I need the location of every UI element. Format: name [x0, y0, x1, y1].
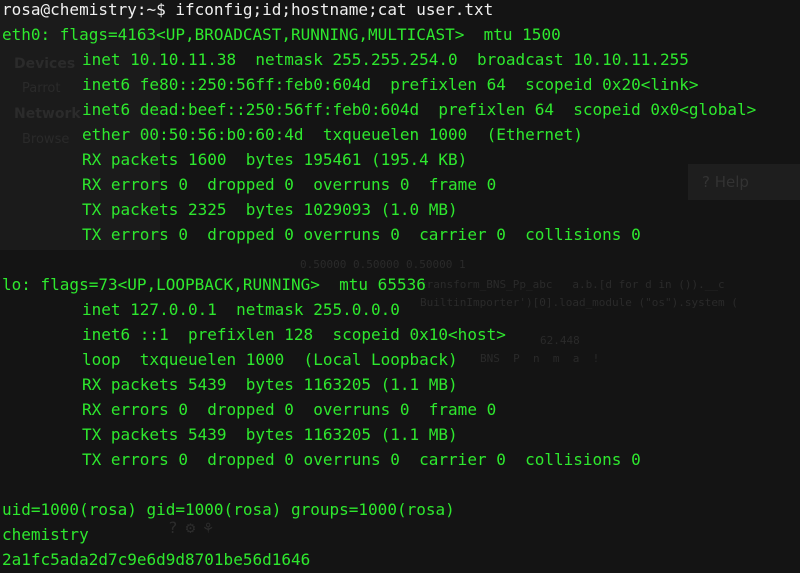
- output-line: inet6 dead:beef::250:56ff:feb0:604d pref…: [82, 100, 757, 119]
- output-line: 2a1fc5ada2d7c9e6d9d8701be56d1646: [2, 550, 311, 569]
- output-line: inet 10.10.11.38 netmask 255.255.254.0 b…: [82, 50, 689, 69]
- command-prompt-line: rosa@chemistry:~$ ifconfig;id;hostname;c…: [2, 0, 756, 25]
- output-line: TX errors 0 dropped 0 overruns 0 carrier…: [82, 450, 641, 469]
- output-line: uid=1000(rosa) gid=1000(rosa) groups=100…: [2, 500, 455, 519]
- output-line: RX errors 0 dropped 0 overruns 0 frame 0: [82, 175, 497, 194]
- prompt-user-host: rosa@chemistry: [2, 0, 137, 19]
- prompt-path: :~$: [136, 0, 176, 19]
- output-line: TX packets 2325 bytes 1029093 (1.0 MB): [82, 200, 458, 219]
- output-line: loop txqueuelen 1000 (Local Loopback): [82, 350, 458, 369]
- output-line: RX errors 0 dropped 0 overruns 0 frame 0: [82, 400, 497, 419]
- prompt-command: ifconfig;id;hostname;cat user.txt: [175, 0, 494, 19]
- output-line: inet 127.0.0.1 netmask 255.0.0.0: [82, 300, 400, 319]
- output-line: lo: flags=73<UP,LOOPBACK,RUNNING> mtu 65…: [2, 275, 426, 294]
- output-line: inet6 fe80::250:56ff:feb0:604d prefixlen…: [82, 75, 699, 94]
- output-line: TX packets 5439 bytes 1163205 (1.1 MB): [82, 425, 458, 444]
- terminal-window[interactable]: Devices Parrot Network Browse ? Help tra…: [0, 0, 800, 573]
- output-line: inet6 ::1 prefixlen 128 scopeid 0x10<hos…: [82, 325, 506, 344]
- output-line: RX packets 5439 bytes 1163205 (1.1 MB): [82, 375, 458, 394]
- output-line: TX errors 0 dropped 0 overruns 0 carrier…: [82, 225, 641, 244]
- output-line: eth0: flags=4163<UP,BROADCAST,RUNNING,MU…: [2, 25, 561, 44]
- output-line: RX packets 1600 bytes 195461 (195.4 KB): [82, 150, 468, 169]
- output-line: ether 00:50:56:b0:60:4d txqueuelen 1000 …: [82, 125, 583, 144]
- terminal-output: rosa@chemistry:~$ ifconfig;id;hostname;c…: [2, 0, 756, 573]
- output-line: chemistry: [2, 525, 89, 544]
